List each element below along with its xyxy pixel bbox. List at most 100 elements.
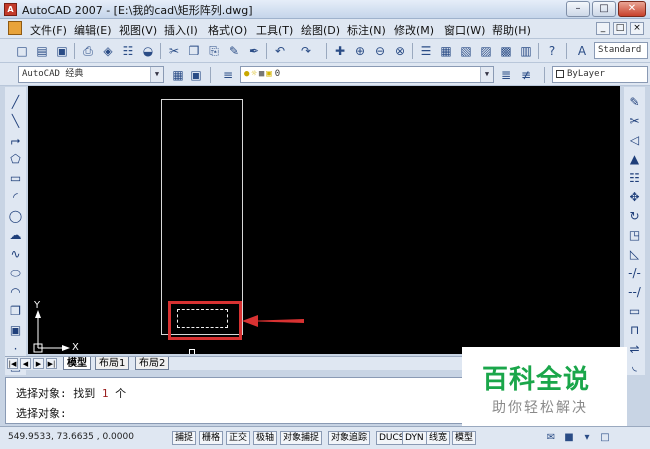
copy-object-icon[interactable]: ✂ [626,114,643,129]
undo-icon[interactable]: ↶ [272,43,288,59]
mirror-icon[interactable]: ◁ [626,133,643,148]
menu-view[interactable]: 视图(V) [119,22,157,38]
toggle-ortho[interactable]: 正交 [226,431,251,445]
rectangle-icon[interactable]: ▭ [7,171,24,186]
paste-icon[interactable]: ⎘ [206,43,222,59]
layer-manager-icon[interactable]: ≡ [220,67,236,83]
save-icon[interactable]: ▣ [54,43,70,59]
menu-tools[interactable]: 工具(T) [256,22,293,38]
sheet-set-icon[interactable]: ▨ [478,43,494,59]
color-combo[interactable]: ByLayer [552,66,648,83]
menu-insert[interactable]: 插入(I) [164,22,198,38]
tab-model[interactable]: 模型 [63,357,91,370]
workspace-combo[interactable]: AutoCAD 经典 ▼ [18,66,164,83]
polygon-icon[interactable]: ⬠ [7,152,24,167]
extend-icon[interactable]: --/ [626,285,643,300]
clean-screen-icon[interactable]: □ [598,431,612,445]
menu-edit[interactable]: 编辑(E) [74,22,112,38]
command-input-line[interactable]: 选择对象: [16,405,67,421]
menu-dimension[interactable]: 标注(N) [347,22,386,38]
drawing-canvas[interactable]: Y X [28,86,620,354]
close-button[interactable]: ✕ [618,1,646,17]
prev-tab-button[interactable]: ◀ [20,358,31,369]
menu-window[interactable]: 窗口(W) [444,22,485,38]
open-file-icon[interactable]: ▤ [34,43,50,59]
doc-minimize-button[interactable]: _ [596,22,610,35]
toggle-otrack[interactable]: 对象追踪 [328,431,371,445]
circle-icon[interactable]: ◯ [7,209,24,224]
point-icon[interactable]: · [7,342,24,357]
calculator-icon[interactable]: ▥ [518,43,534,59]
scale-icon[interactable]: ◳ [626,228,643,243]
autocad-logo-icon[interactable]: A [4,3,17,16]
workspace-settings-icon[interactable]: ▦ [170,67,186,83]
insert-block-icon[interactable]: ❐ [7,304,24,319]
text-style-icon[interactable]: A [574,43,590,59]
status-menu-icon[interactable]: ▾ [580,431,594,445]
construction-line-icon[interactable]: ╲ [7,114,24,129]
copy-icon[interactable]: ❐ [186,43,202,59]
revision-cloud-icon[interactable]: ☁ [7,228,24,243]
design-center-icon[interactable]: ◒ [140,43,156,59]
markup-icon[interactable]: ▩ [498,43,514,59]
plot-preview-icon[interactable]: ◈ [100,43,116,59]
toggle-polar[interactable]: 极轴 [253,431,278,445]
zoom-realtime-icon[interactable]: ⊕ [352,43,368,59]
publish-icon[interactable]: ☷ [120,43,136,59]
document-icon[interactable] [8,21,22,35]
lock-toolbar-icon[interactable]: ■ [562,431,576,445]
new-file-icon[interactable]: □ [14,43,30,59]
toggle-osnap[interactable]: 对象捕捉 [280,431,323,445]
toggle-lineweight[interactable]: 线宽 [426,431,451,445]
text-style-combo[interactable]: Standard [594,42,648,59]
ellipse-arc-icon[interactable]: ◠ [7,285,24,300]
stretch-icon[interactable]: ◺ [626,247,643,262]
maximize-button[interactable]: □ [592,1,616,17]
polyline-icon[interactable]: ⮣ [7,133,24,148]
layer-combo[interactable]: ● ☼ ■ ▣ 0 ▼ [240,66,494,83]
toggle-grid[interactable]: 栅格 [199,431,224,445]
pan-icon[interactable]: ✚ [332,43,348,59]
first-tab-button[interactable]: |◀ [7,358,18,369]
design-center-palette-icon[interactable]: ▦ [438,43,454,59]
menu-modify[interactable]: 修改(M) [394,22,434,38]
make-current-layer-icon[interactable]: ≣ [498,67,514,83]
last-tab-button[interactable]: ▶| [46,358,57,369]
spline-icon[interactable]: ∿ [7,247,24,262]
chamfer-icon[interactable]: ⇌ [626,342,643,357]
cut-icon[interactable]: ✂ [166,43,182,59]
tab-layout2[interactable]: 布局2 [135,357,170,370]
zoom-window-icon[interactable]: ⊖ [372,43,388,59]
menu-draw[interactable]: 绘图(D) [301,22,340,38]
minimize-button[interactable]: – [566,1,590,17]
join-icon[interactable]: ⊓ [626,323,643,338]
coordinate-readout[interactable]: 549.9533, 73.6635 , 0.0000 [8,432,134,442]
rotate-icon[interactable]: ↻ [626,209,643,224]
toggle-model[interactable]: 模型 [452,431,477,445]
ellipse-icon[interactable]: ⬭ [7,266,24,281]
chevron-down-icon[interactable]: ▼ [480,67,493,82]
fillet-icon[interactable]: ◟ [626,359,643,374]
tab-layout1[interactable]: 布局1 [95,357,130,370]
tool-palettes-icon[interactable]: ▧ [458,43,474,59]
line-icon[interactable]: ╱ [7,95,24,110]
next-tab-button[interactable]: ▶ [33,358,44,369]
print-icon[interactable]: ⎙ [80,43,96,59]
move-icon[interactable]: ✥ [626,190,643,205]
toggle-dyn[interactable]: DYN [402,431,427,445]
menu-file[interactable]: 文件(F) [30,22,67,38]
menu-format[interactable]: 格式(O) [208,22,247,38]
erase-icon[interactable]: ✎ [626,95,643,110]
redo-icon[interactable]: ↷ [298,43,314,59]
break-icon[interactable]: ▭ [626,304,643,319]
array-icon[interactable]: ☷ [626,171,643,186]
layer-previous-icon[interactable]: ≢ [518,67,534,83]
offset-icon[interactable]: ▲ [626,152,643,167]
properties-icon[interactable]: ☰ [418,43,434,59]
doc-restore-button[interactable]: □ [613,22,627,35]
chevron-down-icon[interactable]: ▼ [150,67,163,82]
help-icon[interactable]: ? [544,43,560,59]
zoom-previous-icon[interactable]: ⊗ [392,43,408,59]
arc-icon[interactable]: ◜ [7,190,24,205]
trim-icon[interactable]: -/- [626,266,643,281]
